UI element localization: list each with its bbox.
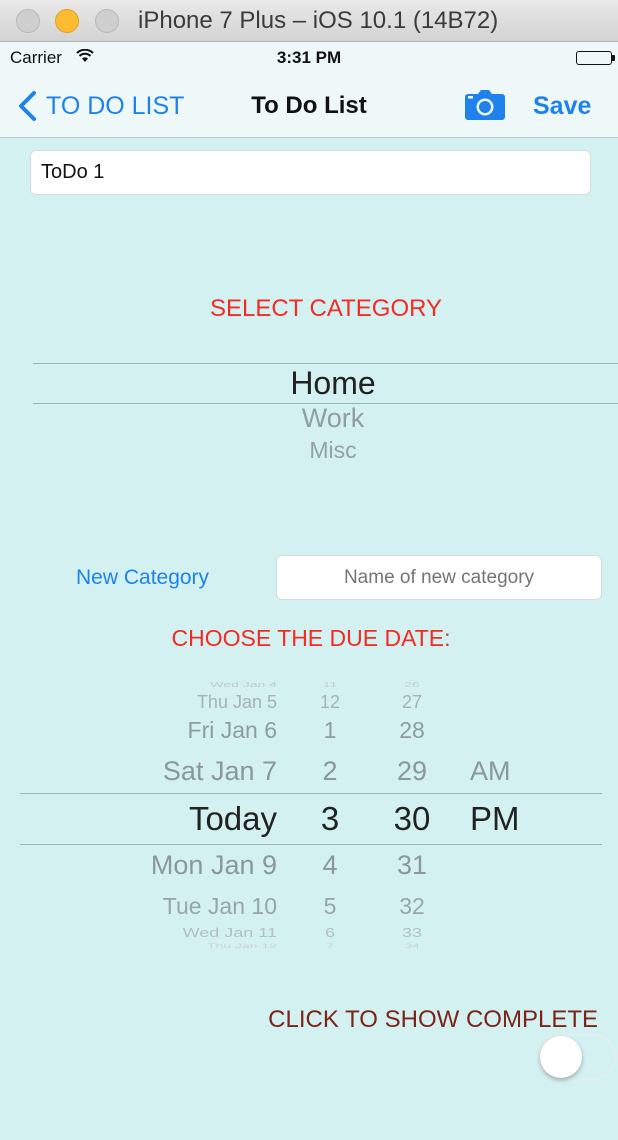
page-title: To Do List — [251, 92, 367, 119]
window-title: iPhone 7 Plus – iOS 10.1 (14B72) — [138, 7, 499, 34]
hour-option[interactable]: 2 — [305, 756, 355, 787]
minute-option-selected[interactable]: 30 — [382, 800, 442, 838]
due-date-picker[interactable]: Wed Jan 4 Thu Jan 5 Fri Jan 6 Sat Jan 7 … — [20, 680, 602, 950]
day-option-selected[interactable]: Today — [189, 800, 277, 838]
show-complete-toggle[interactable] — [538, 1034, 616, 1080]
navigation-bar: TO DO LIST To Do List Save — [0, 74, 618, 138]
hour-option[interactable]: 1 — [305, 717, 355, 744]
ampm-option[interactable]: AM — [470, 756, 511, 787]
todo-name-field[interactable] — [30, 150, 591, 195]
select-category-heading: SELECT CATEGORY — [209, 295, 443, 322]
hour-option[interactable]: 6 — [305, 926, 355, 941]
picker-selection-line-bottom — [20, 844, 602, 845]
status-time: 3:31 PM — [276, 48, 342, 67]
battery-tip — [612, 55, 615, 61]
battery-icon — [576, 51, 612, 65]
show-complete-label: CLICK TO SHOW COMPLETE — [268, 1006, 598, 1033]
due-date-heading: CHOOSE THE DUE DATE: — [171, 625, 451, 651]
minute-option[interactable]: 31 — [382, 850, 442, 881]
category-option[interactable]: Misc — [33, 437, 618, 464]
minute-option[interactable]: 33 — [382, 926, 442, 941]
minute-option[interactable]: 34 — [382, 942, 442, 949]
camera-icon[interactable] — [465, 90, 505, 120]
day-option[interactable]: Wed Jan 11 — [183, 926, 277, 941]
category-picker[interactable]: Home Work Misc — [33, 363, 618, 473]
window-minimize-button[interactable] — [55, 9, 79, 33]
hour-option[interactable]: 7 — [305, 942, 355, 949]
minute-option[interactable]: 27 — [382, 692, 442, 713]
window-zoom-button[interactable] — [95, 9, 119, 33]
category-option[interactable]: Work — [33, 403, 618, 434]
simulator-title-bar: iPhone 7 Plus – iOS 10.1 (14B72) — [0, 0, 618, 42]
hour-option-selected[interactable]: 3 — [305, 800, 355, 838]
hour-option[interactable]: 12 — [305, 692, 355, 713]
new-category-input[interactable] — [276, 555, 602, 600]
picker-selection-line-top — [33, 363, 618, 364]
new-category-button[interactable]: New Category — [76, 566, 209, 590]
hour-option[interactable]: 11 — [305, 680, 355, 689]
minute-option[interactable]: 28 — [382, 717, 442, 744]
day-option[interactable]: Fri Jan 6 — [188, 717, 277, 744]
category-option[interactable]: Home — [33, 365, 618, 402]
hour-option[interactable]: 4 — [305, 850, 355, 881]
day-option[interactable]: Thu Jan 12 — [207, 942, 277, 949]
day-option[interactable]: Tue Jan 10 — [163, 893, 277, 920]
toggle-knob — [540, 1036, 582, 1078]
hour-option[interactable]: 5 — [305, 893, 355, 920]
minute-option[interactable]: 26 — [382, 680, 442, 689]
minute-option[interactable]: 32 — [382, 893, 442, 920]
day-option[interactable]: Thu Jan 5 — [197, 692, 277, 713]
ampm-option-selected[interactable]: PM — [470, 800, 520, 838]
day-option[interactable]: Sat Jan 7 — [163, 756, 277, 787]
minute-option[interactable]: 29 — [382, 756, 442, 787]
save-button[interactable]: Save — [533, 92, 591, 121]
day-option[interactable]: Wed Jan 4 — [210, 680, 277, 689]
picker-selection-line-top — [20, 793, 602, 794]
day-option[interactable]: Mon Jan 9 — [151, 850, 277, 881]
window-close-button[interactable] — [16, 9, 40, 33]
status-bar: Carrier 3:31 PM — [0, 42, 618, 74]
